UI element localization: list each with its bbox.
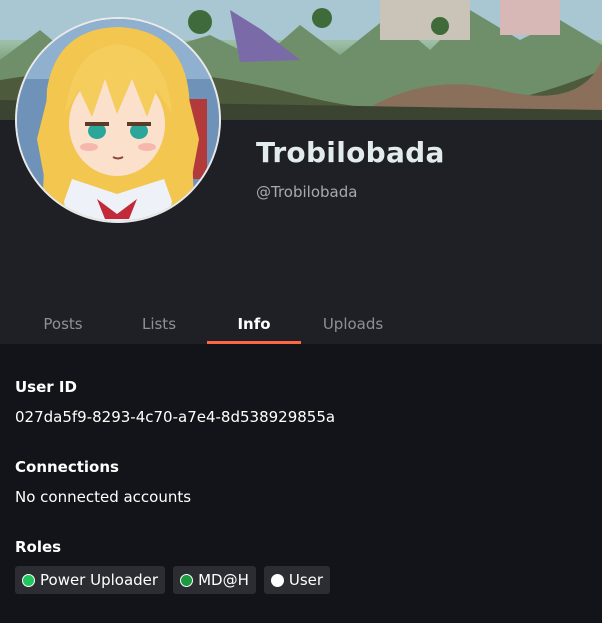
user-handle: @Trobilobada [256,183,358,201]
role-badge: Power Uploader [15,566,166,594]
role-label: User [288,571,324,589]
user-id-section: User ID 027da5f9-8293-4c70-a7e4-8d538929… [15,378,335,426]
connections-label: Connections [15,458,119,476]
user-id-label: User ID [15,378,77,396]
role-badge: User [263,566,331,594]
active-tab-indicator [207,341,301,344]
profile-tabs: Posts Lists Info Uploads [0,306,602,344]
roles-section: Roles Power Uploader MD@H User [15,538,331,594]
user-id-value: 027da5f9-8293-4c70-a7e4-8d538929855a [15,408,336,426]
status-dot-icon [270,573,284,587]
connections-section: Connections No connected accounts [15,458,191,506]
status-dot-icon [180,573,194,587]
connections-value: No connected accounts [15,488,192,506]
tab-lists[interactable]: Lists [114,306,204,344]
roles-list: Power Uploader MD@H User [15,566,331,594]
tab-info[interactable]: Info [207,306,301,344]
role-label: MD@H [198,571,249,589]
tab-uploads[interactable]: Uploads [306,306,400,344]
status-dot-icon [22,573,35,587]
display-name: Trobilobada [256,136,445,169]
tab-posts[interactable]: Posts [18,306,108,344]
roles-label: Roles [15,538,62,556]
avatar [15,17,221,223]
role-label: Power Uploader [40,571,159,589]
role-badge: MD@H [173,566,256,594]
